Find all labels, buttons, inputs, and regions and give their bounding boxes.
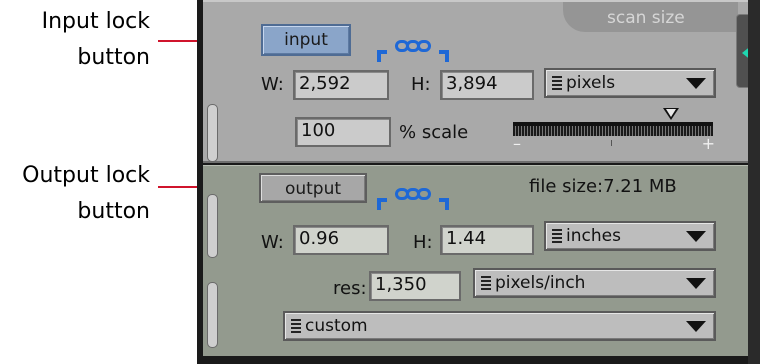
dropdown-arrow-icon [686,321,706,332]
output-height-field[interactable]: 1.44 [440,225,534,255]
scan-size-panel: scan size input W: 2,592 H: 3,894 pixels… [197,0,760,364]
preset-dropdown[interactable]: custom [283,311,716,341]
panel-right-rail [748,0,760,364]
output-width-field[interactable]: 0.96 [293,225,389,255]
scan-size-tab-label: scan size [607,8,685,28]
input-unit-value: pixels [566,73,616,93]
res-unit-dropdown[interactable]: pixels/inch [473,268,716,298]
callout-line: Input lock [41,9,150,34]
scale-slider[interactable]: – + [509,108,715,154]
scale-plus: + [701,134,715,153]
scale-slider-thumb[interactable] [663,108,679,120]
dropdown-lines-icon [552,76,562,92]
dropdown-arrow-icon [686,231,706,242]
output-lock-callout: Output lock button [0,158,150,230]
output-lock-button[interactable]: output [259,173,367,203]
callout-line: Output lock [22,163,150,188]
panel-body: scan size input W: 2,592 H: 3,894 pixels… [203,0,760,364]
output-chain-icon[interactable] [377,188,449,210]
dropdown-arrow-icon [686,78,706,89]
scale-slider-midtick [611,140,612,146]
scale-label: % scale [399,122,469,143]
output-height-label: H: [413,232,433,253]
scale-minus: – [513,134,521,153]
res-label: res: [333,278,367,299]
input-height-label: H: [411,74,431,95]
input-width-label: W: [261,74,284,95]
output-preset-grip[interactable] [207,282,218,348]
res-field[interactable]: 1,350 [369,271,461,301]
input-section: scan size input W: 2,592 H: 3,894 pixels… [203,0,748,163]
input-lock-callout: Input lock button [0,4,150,76]
scan-size-tab[interactable]: scan size [563,2,738,32]
input-chain-icon[interactable] [377,40,449,62]
input-lock-button[interactable]: input [261,24,351,56]
callout-line: button [77,199,150,224]
output-unit-value: inches [566,226,621,246]
file-size-label: file size:7.21 MB [529,176,677,197]
dropdown-lines-icon [291,319,301,335]
dropdown-lines-icon [481,276,491,292]
preset-value: custom [305,316,368,336]
scale-slider-track[interactable] [513,122,713,136]
callout-line: button [77,45,150,70]
dropdown-arrow-icon [686,278,706,289]
dropdown-lines-icon [552,229,562,245]
input-height-field[interactable]: 3,894 [440,70,534,100]
output-section: output file size:7.21 MB W: 0.96 H: 1.44… [203,165,748,356]
input-width-field[interactable]: 2,592 [293,70,389,100]
scale-field[interactable]: 100 [295,117,391,147]
output-width-label: W: [261,232,284,253]
output-section-grip[interactable] [207,194,218,258]
input-section-grip[interactable] [207,104,218,162]
input-unit-dropdown[interactable]: pixels [544,68,716,98]
res-unit-value: pixels/inch [495,273,586,293]
output-unit-dropdown[interactable]: inches [544,221,716,251]
